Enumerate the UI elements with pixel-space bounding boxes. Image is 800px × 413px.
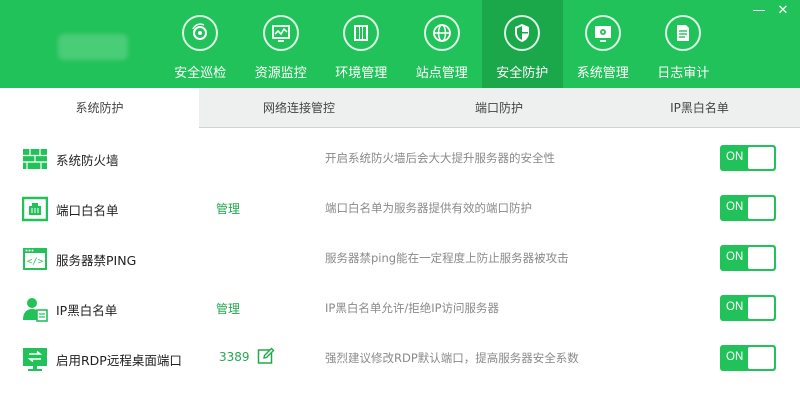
port-icon [21,196,49,222]
tab-port-protection[interactable]: 端口防护 [399,88,599,128]
patrol-icon [182,15,218,51]
nav-item-monitor[interactable]: 资源监控 [241,0,322,88]
nav-item-patrol[interactable]: 安全巡检 [160,0,241,88]
nav-item-protection[interactable]: 安全防护 [482,0,563,88]
minimize-button[interactable]: — [752,4,766,18]
row-title: IP黑白名单 [56,303,118,318]
manage-link[interactable]: 管理 [216,200,240,217]
nav-item-environment[interactable]: 环境管理 [321,0,402,88]
code-window-icon: </> [22,246,48,272]
toggle-state: ON [726,351,744,363]
setting-row-port-whitelist: 端口白名单 管理 端口白名单为服务器提供有效的端口防护 ON [0,183,800,233]
toggle-knob [748,147,774,169]
tab-ip-list[interactable]: IP黑白名单 [599,88,800,128]
rdp-port-value: 3389 [219,350,250,364]
nav-label: 环境管理 [335,66,388,81]
sub-tabs: 系统防护 网络连接管控 端口防护 IP黑白名单 [0,88,800,129]
settings-screen-icon [584,15,621,51]
firewall-icon [22,146,48,172]
nav-label: 日志审计 [657,66,710,81]
row-description: 强烈建议修改RDP默认端口，提高服务器安全系数 [325,351,579,365]
toggle-knob [748,247,774,269]
toggle-state: ON [726,301,744,313]
row-title: 系统防火墙 [56,153,119,168]
nav-label: 系统管理 [576,66,629,81]
toggle-knob [748,197,774,219]
log-icon [665,15,701,51]
setting-row-rdp: 启用RDP远程桌面端口 3389 强烈建议修改RDP默认端口，提高服务器安全系数… [0,333,800,383]
nav-item-system[interactable]: 系统管理 [563,0,644,88]
nav-label: 安全巡检 [174,66,227,81]
row-description: IP黑白名单允许/拒绝IP访问服务器 [325,301,500,315]
shield-icon [504,15,540,51]
setting-row-ip-list: IP黑白名单 管理 IP黑白名单允许/拒绝IP访问服务器 ON [0,283,800,333]
toggle-state: ON [726,151,744,163]
remote-desktop-icon [22,346,48,372]
rdp-toggle[interactable]: ON [720,345,776,371]
svg-text:</>: </> [27,257,44,267]
app-header: — ✕ 安全巡检 资源监控 环境管理 站点管理 安全防护 系统管理 日志审计 [0,0,800,88]
window-controls: — ✕ [752,4,790,18]
app-logo [58,34,128,60]
edit-icon[interactable] [257,347,275,365]
toggle-state: ON [726,251,744,263]
row-title: 端口白名单 [56,203,119,218]
tab-system-protection[interactable]: 系统防护 [0,88,199,129]
nav-label: 站点管理 [415,66,468,81]
nav-item-logs[interactable]: 日志审计 [643,0,724,88]
row-title: 服务器禁PING [56,253,137,268]
ip-list-toggle[interactable]: ON [720,295,776,321]
server-icon [343,15,379,51]
row-title: 启用RDP远程桌面端口 [56,353,182,368]
row-description: 服务器禁ping能在一定程度上防止服务器被攻击 [325,251,569,265]
monitor-icon [262,15,299,51]
manage-link[interactable]: 管理 [216,300,240,317]
row-description: 端口白名单为服务器提供有效的端口防护 [325,201,532,215]
toggle-knob [748,297,774,319]
globe-icon [423,15,460,51]
disable-ping-toggle[interactable]: ON [720,245,776,271]
firewall-toggle[interactable]: ON [720,145,776,171]
user-list-icon [22,296,48,322]
nav-label: 安全防护 [496,66,549,81]
close-button[interactable]: ✕ [776,4,790,18]
setting-row-firewall: 系统防火墙 开启系统防火墙后会大大提升服务器的安全性 ON [0,133,800,183]
row-description: 开启系统防火墙后会大大提升服务器的安全性 [325,151,555,165]
nav-label: 资源监控 [254,66,307,81]
port-whitelist-toggle[interactable]: ON [720,195,776,221]
nav-item-sites[interactable]: 站点管理 [402,0,483,88]
setting-row-disable-ping: </> 服务器禁PING 服务器禁ping能在一定程度上防止服务器被攻击 ON [0,233,800,283]
toggle-state: ON [726,201,744,213]
toggle-knob [748,347,774,369]
top-nav: 安全巡检 资源监控 环境管理 站点管理 安全防护 系统管理 日志审计 [160,0,724,88]
tab-network-control[interactable]: 网络连接管控 [199,88,399,128]
